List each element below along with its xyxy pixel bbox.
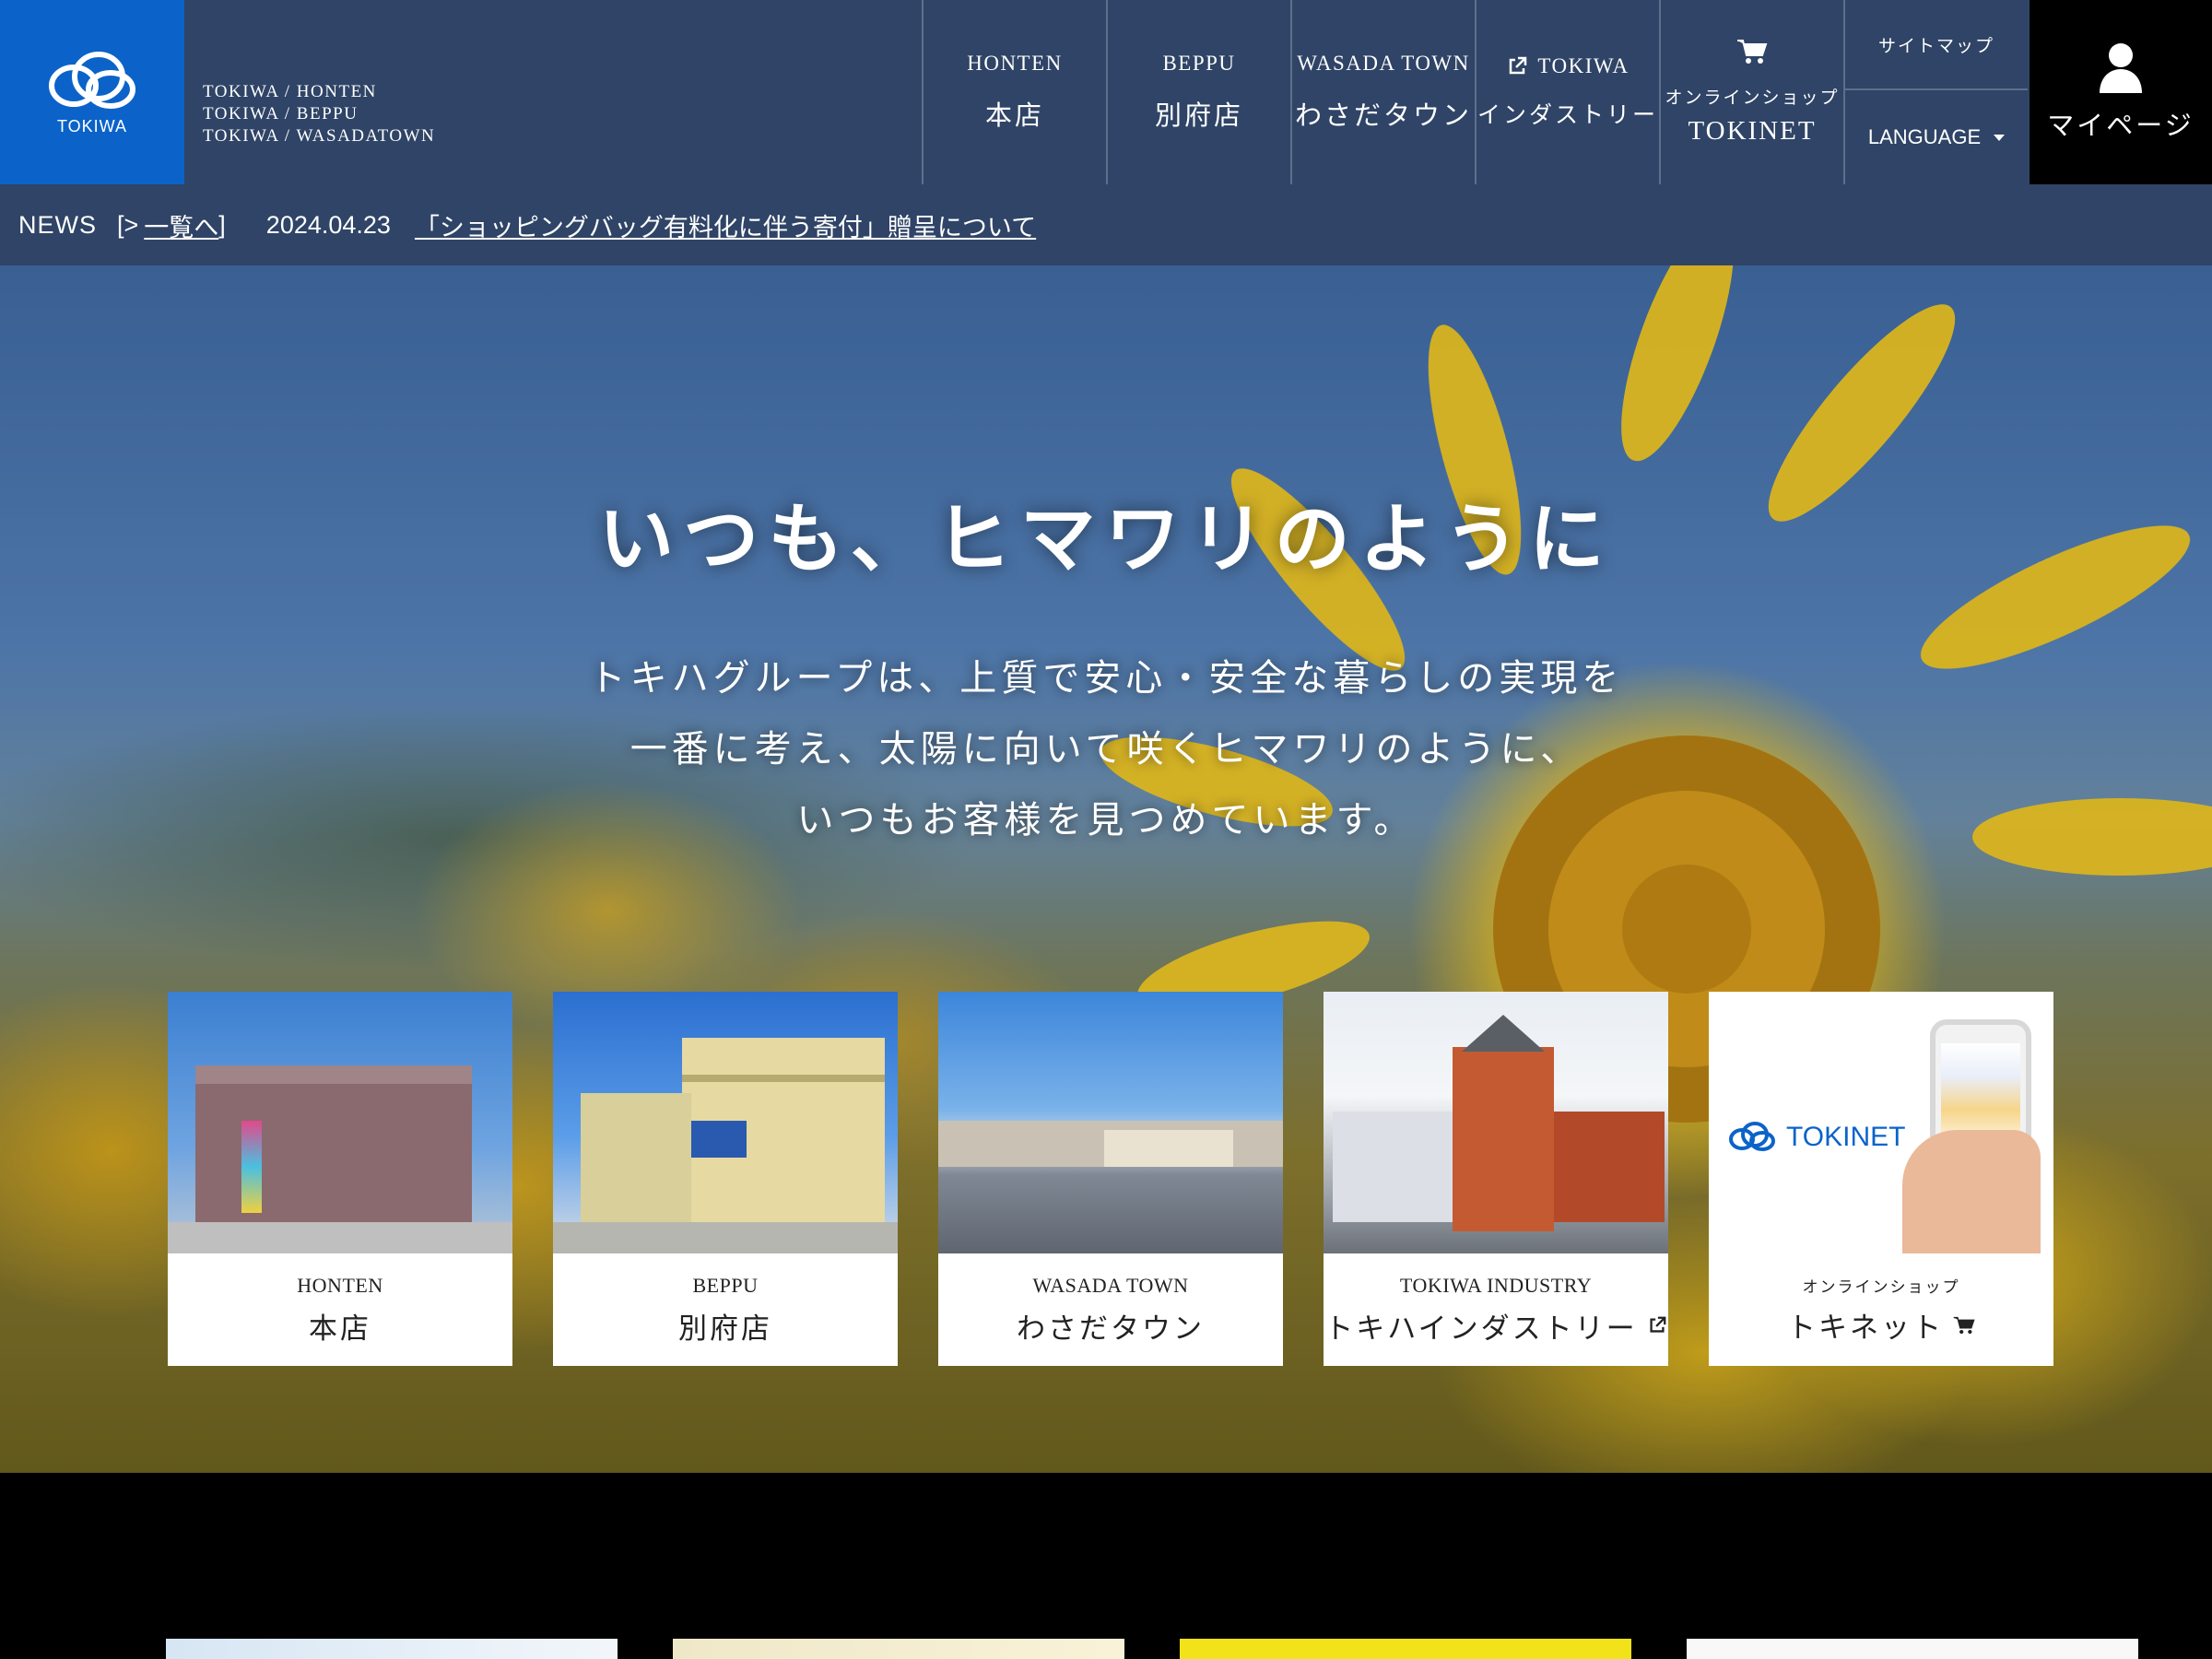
news-label: NEWS: [18, 210, 97, 239]
mypage-label: マイページ: [2047, 110, 2194, 141]
card-label-ja: 本店: [309, 1312, 371, 1346]
language-label: LANGUAGE: [1867, 125, 1982, 148]
store-cards: HONTEN 本店 BEPPU 別府店 WASADA TOWN わさだタウン T…: [168, 992, 2053, 1366]
news-bar: NEWS [> 一覧へ ] 2024.04.23 「ショッピングバッグ有料化に伴…: [0, 184, 2212, 265]
mypage-button[interactable]: マイページ: [2030, 0, 2212, 184]
site-header: TOKIWA TOKIWA / HONTEN TOKIWA / BEPPU TO…: [0, 0, 2212, 184]
honten-photo: [168, 992, 512, 1253]
tokinet-photo: TOKINET: [1709, 992, 2053, 1253]
nav-label-ja: オンラインショップ: [1665, 88, 1840, 108]
hero-body-line: 一番に考え、太陽に向いて咲くヒマワリのように、: [629, 728, 1583, 771]
store-line: TOKIWA / BEPPU: [203, 104, 359, 124]
nav-label-en: HONTEN: [967, 52, 1063, 75]
card-beppu[interactable]: BEPPU 別府店: [553, 992, 898, 1366]
nav-honten[interactable]: HONTEN 本店: [922, 0, 1106, 184]
cart-icon: [1953, 1316, 1975, 1334]
sitemap-link[interactable]: サイトマップ: [1845, 0, 2028, 90]
next-section-card[interactable]: [673, 1639, 1124, 1659]
main-nav: HONTEN 本店 BEPPU 別府店 WASADA TOWN わさだタウン T…: [922, 0, 2028, 184]
hero-title: いつも、ヒマワリのように: [598, 495, 1614, 583]
card-label-en: BEPPU: [692, 1273, 759, 1297]
card-tokinet[interactable]: TOKINET オンラインショップ トキネット: [1709, 992, 2053, 1366]
nav-utility: サイトマップ LANGUAGE: [1843, 0, 2028, 184]
card-honten[interactable]: HONTEN 本店: [168, 992, 512, 1366]
logo-text: TOKIWA: [56, 116, 127, 135]
news-list-link[interactable]: 一覧へ: [144, 207, 218, 243]
card-label-en: オンラインショップ: [1802, 1278, 1960, 1297]
nav-tokinet[interactable]: オンラインショップ TOKINET: [1659, 0, 1843, 184]
news-bracket-close: ]: [218, 210, 226, 239]
store-line: TOKIWA / WASADATOWN: [203, 126, 436, 146]
cart-icon: [1737, 40, 1768, 64]
card-label-ja: わさだタウン: [1017, 1312, 1205, 1346]
news-date: 2024.04.23: [265, 210, 391, 239]
tokiwa-logo[interactable]: TOKIWA: [0, 0, 184, 184]
next-section-card[interactable]: [1180, 1639, 1631, 1659]
nav-wasada-town[interactable]: WASADA TOWN わさだタウン: [1290, 0, 1475, 184]
nav-label-ja: 別府店: [1154, 100, 1243, 131]
card-label-ja: トキハインダストリー: [1324, 1312, 1638, 1346]
tokiwa-logo-icon: [49, 51, 135, 109]
next-section-card[interactable]: [1687, 1639, 2138, 1659]
card-tokiwa-industry[interactable]: TOKIWA INDUSTRY トキハインダストリー: [1324, 992, 1668, 1366]
tokinet-logo-icon: [1729, 1122, 1775, 1151]
beppu-photo: [553, 992, 898, 1253]
nav-label-en: WASADA TOWN: [1297, 52, 1470, 75]
nav-label-ja: 本店: [984, 100, 1044, 131]
nav-beppu[interactable]: BEPPU 別府店: [1106, 0, 1290, 184]
nav-tokiwa-industry[interactable]: TOKIWA インダストリー: [1475, 0, 1659, 184]
store-list: TOKIWA / HONTEN TOKIWA / BEPPU TOKIWA / …: [203, 81, 435, 147]
news-headline-link[interactable]: 「ショッピングバッグ有料化に伴う寄付」贈呈について: [415, 207, 1036, 243]
card-label-ja: 別府店: [678, 1312, 772, 1346]
external-link-icon: [1650, 1316, 1666, 1333]
external-link-icon: [1510, 56, 1527, 75]
tokiwa-industry-photo: [1324, 992, 1668, 1253]
nav-label-ja: わさだタウン: [1294, 100, 1472, 131]
caret-down-icon: [1994, 134, 2006, 141]
news-bracket-open: [>: [117, 210, 139, 239]
nav-label-ja: インダストリー: [1477, 101, 1658, 128]
card-label-en: HONTEN: [297, 1273, 383, 1297]
hero-body: トキハグループは、上質で安心・安全な暮らしの実現を 一番に考え、太陽に向いて咲く…: [0, 643, 2212, 856]
language-dropdown[interactable]: LANGUAGE: [1845, 90, 2028, 184]
store-line: TOKIWA / HONTEN: [203, 82, 377, 101]
hero-body-line: トキハグループは、上質で安心・安全な暮らしの実現を: [588, 657, 1624, 700]
nav-label-en: TOKINET: [1688, 116, 1817, 146]
hero-section: いつも、ヒマワリのように トキハグループは、上質で安心・安全な暮らしの実現を 一…: [0, 265, 2212, 1473]
tokinet-brand-text: TOKINET: [1786, 1122, 1906, 1152]
card-label-ja: トキネット: [1787, 1312, 1944, 1345]
next-section-card[interactable]: [166, 1639, 618, 1659]
nav-label-en: BEPPU: [1162, 52, 1236, 75]
user-icon: [2100, 43, 2142, 93]
card-label-en: TOKIWA INDUSTRY: [1399, 1273, 1593, 1297]
hero-body-line: いつもお客様を見つめています。: [796, 799, 1416, 841]
wasada-town-photo: [938, 992, 1283, 1253]
nav-label-en: TOKIWA: [1537, 54, 1630, 77]
card-wasada-town[interactable]: WASADA TOWN わさだタウン: [938, 992, 1283, 1366]
card-label-en: WASADA TOWN: [1032, 1273, 1189, 1297]
